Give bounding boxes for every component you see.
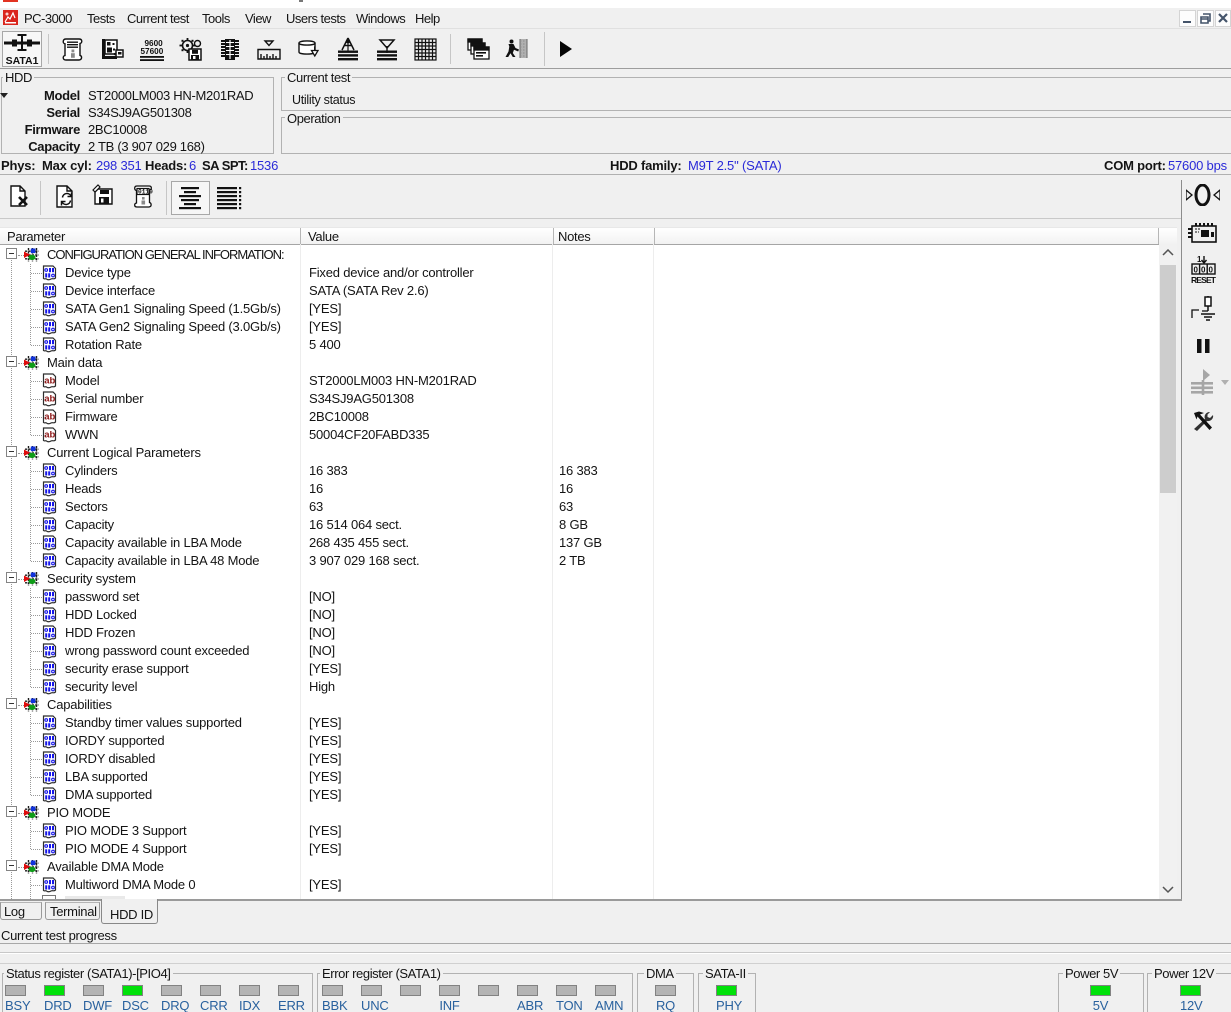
svg-text:ab: ab [44, 412, 55, 423]
svg-text:0: 0 [1209, 266, 1214, 275]
svg-text:ab: ab [44, 376, 55, 387]
svg-text:0: 0 [1201, 266, 1206, 275]
svg-text:ab: ab [44, 430, 55, 441]
svg-text:57600: 57600 [141, 47, 164, 56]
svg-text:1: 1 [1197, 255, 1202, 264]
svg-text:0: 0 [1194, 266, 1199, 275]
svg-text:ab: ab [44, 394, 55, 405]
svg-text:0110: 0110 [138, 189, 153, 196]
svg-text:RESET: RESET [1191, 275, 1217, 284]
